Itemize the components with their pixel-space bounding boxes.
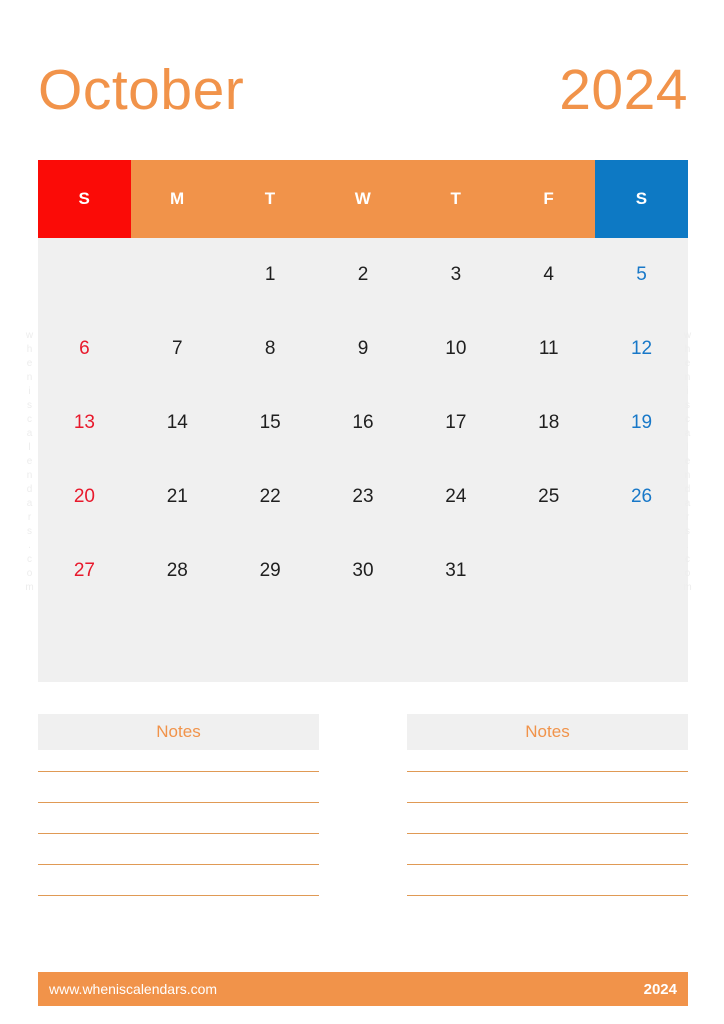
notes-column-right: Notes — [407, 714, 688, 954]
day-cell-25[interactable]: 25 — [502, 460, 595, 534]
day-cell-30[interactable]: 30 — [317, 534, 410, 608]
day-cell-10[interactable]: 10 — [409, 312, 502, 386]
day-cell-19[interactable]: 19 — [595, 386, 688, 460]
notes-lines-left — [38, 771, 319, 896]
year-title: 2024 — [559, 57, 688, 122]
day-cell-20[interactable]: 20 — [38, 460, 131, 534]
notes-line[interactable] — [38, 833, 319, 834]
day-cell-empty — [38, 238, 131, 312]
weekday-header-row: SMTWTFS — [38, 160, 688, 238]
day-cell-empty — [595, 534, 688, 608]
day-cell-3[interactable]: 3 — [409, 238, 502, 312]
day-cell-18[interactable]: 18 — [502, 386, 595, 460]
calendar-page: October 2024 SMTWTFS 1 2 3 4 5 6 7 8 9 10 11 12 13 14… — [0, 0, 724, 1024]
day-cell-5[interactable]: 5 — [595, 238, 688, 312]
notes-lines-right — [407, 771, 688, 896]
notes-title-left: Notes — [38, 714, 319, 750]
day-cell-13[interactable]: 13 — [38, 386, 131, 460]
calendar-grid: SMTWTFS 1 2 3 4 5 6 7 8 9 10 11 12 13 14 15 16 17 18 19 20 2… — [38, 160, 688, 682]
calendar-week-row: 6 7 8 9 10 11 12 — [38, 312, 688, 386]
day-cell-9[interactable]: 9 — [317, 312, 410, 386]
weekday-header-4: T — [409, 160, 503, 238]
day-cell-empty — [131, 238, 224, 312]
day-cell-empty — [131, 608, 224, 682]
day-cell-empty — [502, 608, 595, 682]
calendar-week-row: 12345 — [38, 238, 688, 312]
footer-bar: www.wheniscalendars.com 2024 — [38, 972, 688, 1006]
day-cell-21[interactable]: 21 — [131, 460, 224, 534]
day-cell-23[interactable]: 23 — [317, 460, 410, 534]
day-cell-14[interactable]: 14 — [131, 386, 224, 460]
day-cell-28[interactable]: 28 — [131, 534, 224, 608]
day-cell-empty — [317, 608, 410, 682]
notes-title-right: Notes — [407, 714, 688, 750]
day-cell-29[interactable]: 29 — [224, 534, 317, 608]
notes-line[interactable] — [407, 833, 688, 834]
weekday-header-6: S — [595, 160, 688, 238]
day-cell-16[interactable]: 16 — [317, 386, 410, 460]
day-cell-7[interactable]: 7 — [131, 312, 224, 386]
notes-column-left: Notes — [38, 714, 319, 954]
day-cell-6[interactable]: 6 — [38, 312, 131, 386]
day-cell-empty — [38, 608, 131, 682]
notes-line[interactable] — [407, 771, 688, 772]
day-cell-22[interactable]: 22 — [224, 460, 317, 534]
notes-line[interactable] — [38, 895, 319, 896]
day-cell-8[interactable]: 8 — [224, 312, 317, 386]
day-cell-26[interactable]: 26 — [595, 460, 688, 534]
calendar-week-row: 13 14 15 16 17 18 19 — [38, 386, 688, 460]
calendar-week-row: 20 21 22 23 24 25 26 — [38, 460, 688, 534]
notes-section: Notes Notes — [38, 714, 688, 954]
day-cell-empty — [224, 608, 317, 682]
watermark-left: wheniscalendars.com — [24, 330, 35, 596]
page-title: October 2024 — [38, 48, 688, 132]
notes-line[interactable] — [407, 895, 688, 896]
day-cell-4[interactable]: 4 — [502, 238, 595, 312]
footer-url[interactable]: www.wheniscalendars.com — [49, 981, 217, 997]
calendar-days-body: 1 2 3 4 5 6 7 8 9 10 11 12 13 14 15 16 17 18 19 20 21 22 23 24 2… — [38, 238, 688, 682]
calendar-week-row: 27 28 29 30 31 — [38, 534, 688, 608]
day-cell-1[interactable]: 1 — [224, 238, 317, 312]
weekday-header-5: F — [502, 160, 596, 238]
day-cell-17[interactable]: 17 — [409, 386, 502, 460]
day-cell-12[interactable]: 12 — [595, 312, 688, 386]
notes-line[interactable] — [38, 771, 319, 772]
weekday-header-3: W — [316, 160, 410, 238]
day-cell-11[interactable]: 11 — [502, 312, 595, 386]
weekday-header-2: T — [223, 160, 317, 238]
calendar-week-row — [38, 608, 688, 682]
day-cell-15[interactable]: 15 — [224, 386, 317, 460]
notes-line[interactable] — [38, 864, 319, 865]
month-title: October — [38, 57, 245, 122]
watermark-right: wheniscalendars.com — [682, 330, 693, 596]
notes-line[interactable] — [38, 802, 319, 803]
weekday-header-1: M — [130, 160, 224, 238]
notes-line[interactable] — [407, 802, 688, 803]
day-cell-27[interactable]: 27 — [38, 534, 131, 608]
day-cell-2[interactable]: 2 — [317, 238, 410, 312]
notes-line[interactable] — [407, 864, 688, 865]
day-cell-24[interactable]: 24 — [409, 460, 502, 534]
day-cell-empty — [409, 608, 502, 682]
day-cell-empty — [595, 608, 688, 682]
footer-year: 2024 — [643, 980, 677, 998]
day-cell-empty — [502, 534, 595, 608]
weekday-header-0: S — [38, 160, 131, 238]
day-cell-31[interactable]: 31 — [409, 534, 502, 608]
